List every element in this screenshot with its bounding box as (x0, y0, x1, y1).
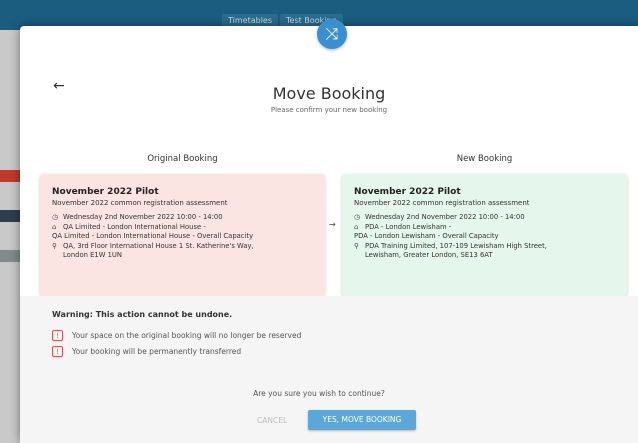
shuffle-icon: ⤨ (317, 19, 347, 49)
original-booking-card: November 2022 Pilot November 2022 common… (40, 174, 325, 296)
warning-item: ! Your booking will be permanently trans… (52, 346, 241, 357)
exclamation-icon: ! (52, 346, 63, 357)
card-subtitle: November 2022 common registration assess… (52, 199, 228, 207)
bg-strip (0, 250, 20, 262)
cancel-button[interactable]: CANCEL (257, 416, 287, 425)
home-icon: ⌂ (354, 222, 359, 231)
clock-icon: ◷ (52, 213, 58, 221)
warning-text: Your space on the original booking will … (72, 331, 302, 340)
location-pin-icon: ⚲ (52, 241, 57, 250)
arrow-right-icon: → (329, 220, 336, 229)
move-booking-button[interactable]: YES, MOVE BOOKING (308, 410, 416, 430)
new-booking-card: November 2022 Pilot November 2022 common… (342, 174, 627, 296)
address-line: Lewisham, Greater London, SE13 6AT (365, 251, 493, 259)
booking-datetime: Wednesday 2nd November 2022 10:00 - 14:0… (365, 213, 525, 221)
venue-line: PDA - London Lewisham - (365, 222, 452, 231)
venue-capacity: PDA - London Lewisham - Overall Capacity (354, 232, 499, 240)
bg-strip (0, 210, 20, 222)
address-line: PDA Training Limited, 107-109 Lewisham H… (365, 241, 547, 250)
address-line: London E1W 1UN (63, 251, 122, 259)
home-icon: ⌂ (52, 222, 57, 231)
venue-capacity: QA Limited - London International House … (52, 232, 254, 240)
venue-line: QA Limited - London International House … (63, 222, 206, 231)
bg-strip (0, 170, 20, 182)
original-booking-heading: Original Booking (147, 154, 218, 164)
location-pin-icon: ⚲ (354, 241, 359, 250)
card-title: November 2022 Pilot (354, 187, 461, 197)
confirm-question: Are you sure you wish to continue? (253, 389, 385, 398)
dialog-subtitle: Please confirm your new booking (270, 106, 388, 114)
dialog-title: Move Booking (272, 84, 386, 103)
booking-datetime: Wednesday 2nd November 2022 10:00 - 14:0… (63, 213, 223, 221)
card-title: November 2022 Pilot (52, 187, 159, 197)
new-booking-heading: New Booking (456, 154, 513, 164)
card-subtitle: November 2022 common registration assess… (354, 199, 530, 207)
clock-icon: ◷ (354, 213, 360, 221)
app-left-panel (0, 30, 20, 443)
warning-text: Your booking will be permanently transfe… (72, 347, 242, 356)
exclamation-icon: ! (52, 330, 63, 341)
address-line: QA, 3rd Floor International House 1 St. … (63, 241, 254, 250)
move-booking-dialog: ← Move Booking Please confirm your new b… (20, 26, 638, 443)
warning-title: Warning: This action cannot be undone. (52, 310, 233, 319)
warning-item: ! Your space on the original booking wil… (52, 330, 301, 341)
